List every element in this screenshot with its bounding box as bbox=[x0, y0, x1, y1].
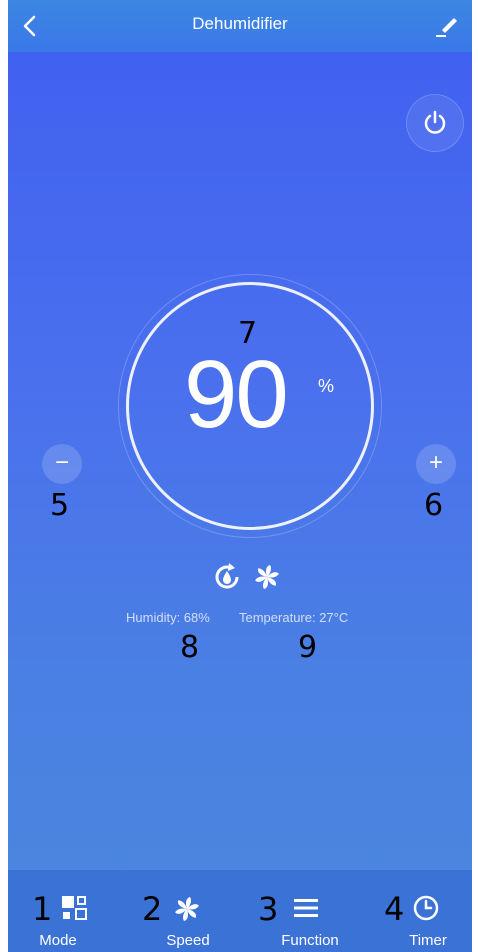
annotation-1: 1 bbox=[32, 890, 53, 928]
annotation-2: 2 bbox=[142, 890, 163, 928]
annotation-4: 4 bbox=[384, 890, 405, 928]
minus-icon: − bbox=[54, 449, 69, 476]
tab-timer[interactable]: 4 Timer bbox=[374, 870, 472, 952]
increase-button[interactable]: + bbox=[416, 444, 456, 484]
clock-icon bbox=[413, 895, 439, 921]
page-title: Dehumidifier bbox=[192, 14, 288, 33]
target-humidity-unit: % bbox=[318, 376, 335, 396]
edit-icon[interactable] bbox=[434, 12, 460, 38]
power-button[interactable] bbox=[406, 94, 464, 152]
bottom-tab-bar: 1 Mode 2 Speed 3 Function 4 Timer bbox=[8, 870, 472, 952]
tab-speed-label: Speed bbox=[166, 932, 210, 949]
plus-icon: + bbox=[428, 449, 443, 476]
app-screen: Dehumidifier 7 90 % − + 5 6 Humidity: 68… bbox=[8, 0, 472, 952]
fan-icon bbox=[255, 565, 279, 589]
navigation-bar: Dehumidifier bbox=[8, 0, 472, 52]
temperature-readout: Temperature: 27°C bbox=[239, 610, 349, 625]
power-icon bbox=[424, 110, 446, 134]
status-icons bbox=[212, 562, 288, 592]
mode-icon bbox=[62, 896, 87, 920]
menu-icon bbox=[294, 899, 318, 917]
tab-function-label: Function bbox=[281, 932, 339, 949]
annotation-3: 3 bbox=[258, 890, 279, 928]
annotation-5: 5 bbox=[50, 488, 70, 523]
target-humidity-value: 90 bbox=[184, 341, 289, 448]
tab-mode[interactable]: 1 Mode bbox=[18, 870, 118, 952]
humidity-readout: Humidity: 68% bbox=[126, 610, 210, 625]
annotation-6: 6 bbox=[424, 488, 444, 523]
tab-timer-label: Timer bbox=[409, 932, 447, 949]
decrease-button[interactable]: − bbox=[42, 444, 82, 484]
tab-mode-label: Mode bbox=[39, 932, 77, 949]
dehumidify-mode-icon bbox=[215, 563, 239, 589]
tab-speed[interactable]: 2 Speed bbox=[138, 870, 238, 952]
fan-icon bbox=[175, 897, 199, 921]
annotation-8: 8 bbox=[180, 630, 200, 665]
tab-function[interactable]: 3 Function bbox=[258, 870, 358, 952]
annotation-9: 9 bbox=[298, 630, 318, 665]
